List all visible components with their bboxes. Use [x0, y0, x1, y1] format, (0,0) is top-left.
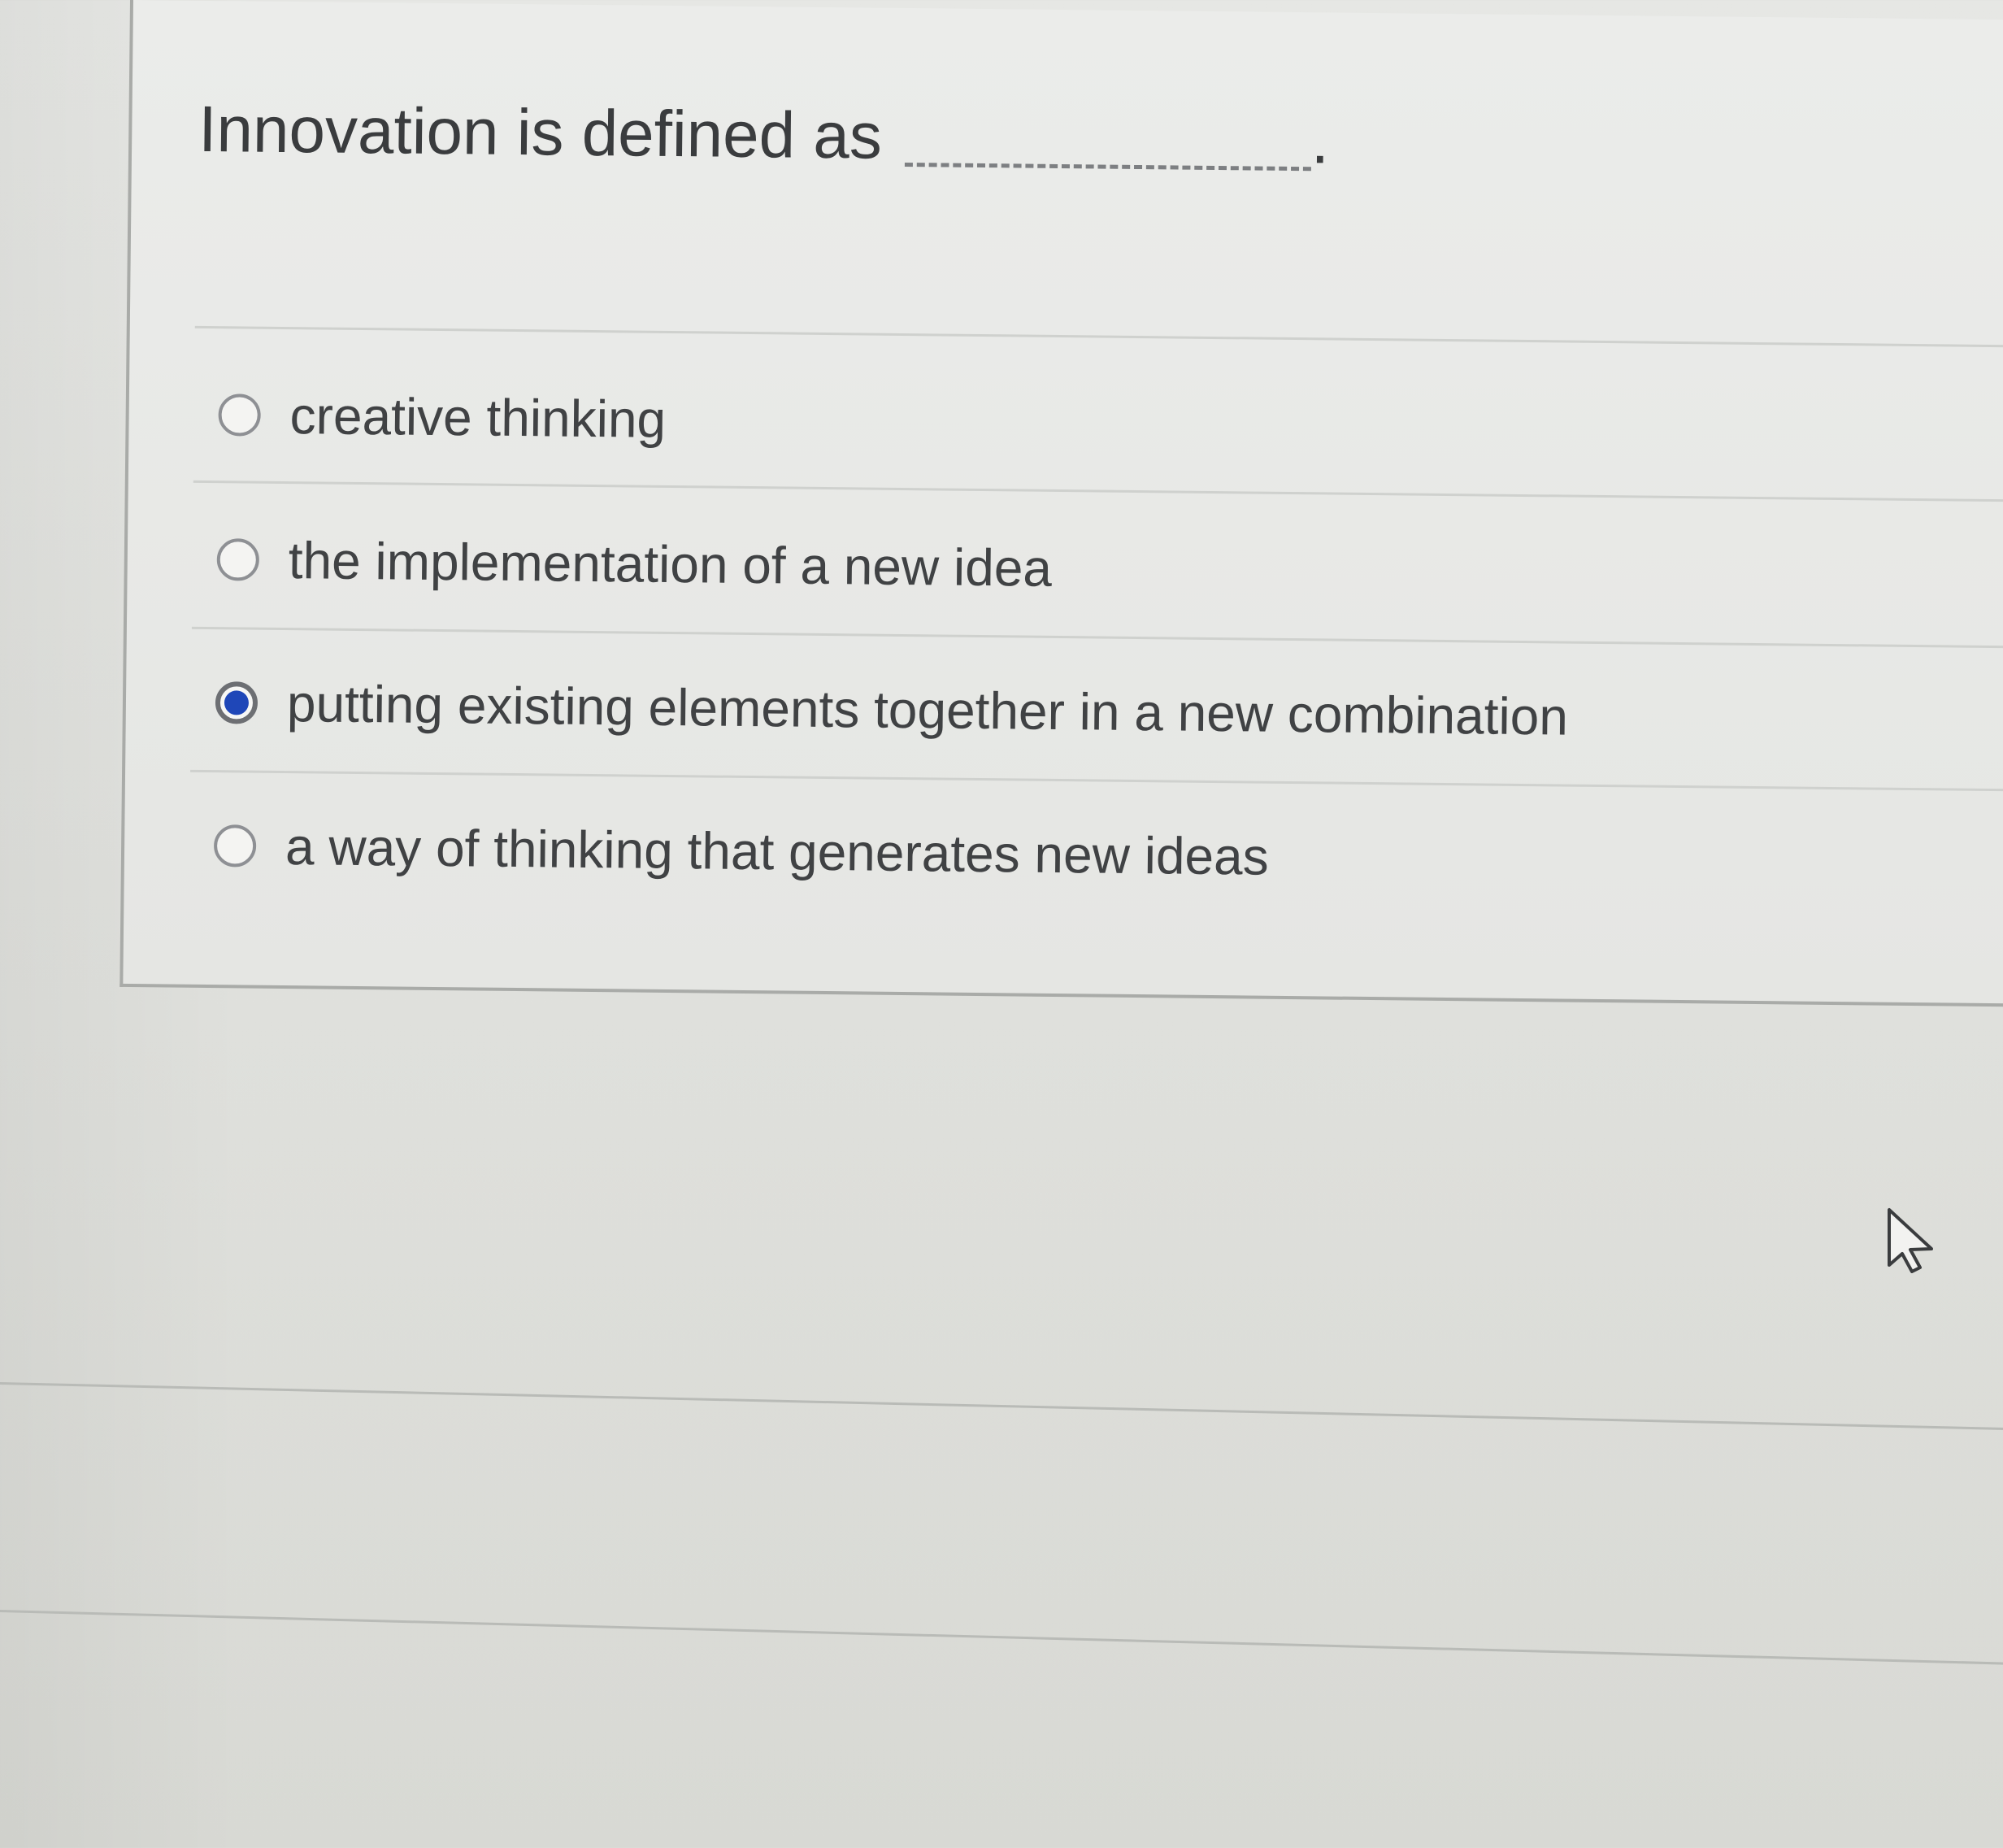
option-existing-elements[interactable]: putting existing elements together in a … [215, 658, 1568, 761]
question-card: Innovation is defined as. creative think… [119, 0, 2003, 1007]
option-label: a way of thinking that generates new ide… [285, 817, 1270, 886]
answer-blank [904, 162, 1311, 172]
radio-button[interactable] [218, 394, 261, 437]
radio-button-selected[interactable] [215, 681, 259, 724]
radio-button[interactable] [213, 824, 257, 867]
option-divider [193, 480, 2003, 502]
option-divider [190, 769, 2003, 792]
option-way-of-thinking[interactable]: a way of thinking that generates new ide… [213, 801, 1270, 902]
radio-button[interactable] [216, 538, 260, 581]
option-label: the implementation of a new idea [288, 531, 1053, 598]
options-top-divider [194, 325, 2003, 348]
quiz-page: { "question": { "text": "Innovation is d… [0, 0, 2003, 1848]
option-implementation[interactable]: the implementation of a new idea [216, 515, 1052, 613]
mouse-pointer-icon [1888, 1208, 1933, 1273]
option-label: creative thinking [289, 386, 667, 449]
selected-dot [224, 690, 250, 715]
option-divider [191, 626, 2003, 649]
question-prompt: Innovation is defined as. [198, 93, 1330, 177]
background-divider [0, 1610, 2003, 1666]
question-period: . [1310, 104, 1330, 177]
option-creative-thinking[interactable]: creative thinking [218, 370, 667, 464]
option-label: putting existing elements together in a … [286, 674, 1569, 746]
background-divider [0, 1382, 2003, 1431]
question-text: Innovation is defined as [198, 92, 883, 172]
